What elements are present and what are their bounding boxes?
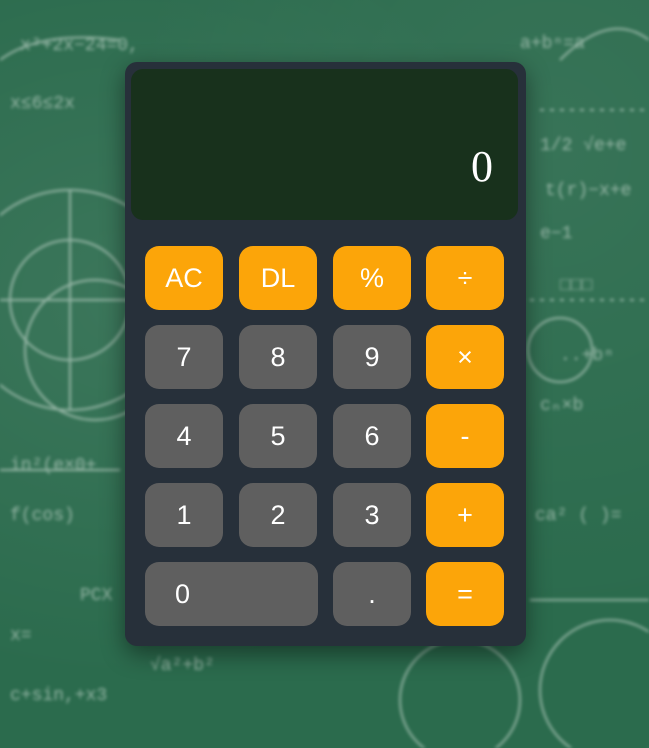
- svg-text:x=: x=: [10, 626, 32, 646]
- svg-text:x≤6≤2x: x≤6≤2x: [10, 94, 75, 114]
- divide-button[interactable]: ÷: [426, 246, 504, 310]
- svg-text:in²(e×0+: in²(e×0+: [10, 456, 96, 476]
- digit-2-button[interactable]: 2: [239, 483, 317, 547]
- svg-text:a+bⁿ=a: a+bⁿ=a: [520, 34, 585, 54]
- svg-text:c+sin,+x3: c+sin,+x3: [10, 686, 107, 706]
- equals-button[interactable]: =: [426, 562, 504, 626]
- digit-1-button[interactable]: 1: [145, 483, 223, 547]
- minus-button[interactable]: -: [426, 404, 504, 468]
- digit-7-button[interactable]: 7: [145, 325, 223, 389]
- delete-button[interactable]: DL: [239, 246, 317, 310]
- svg-text:□□□: □□□: [560, 276, 593, 296]
- percent-button[interactable]: %: [333, 246, 411, 310]
- all-clear-button[interactable]: AC: [145, 246, 223, 310]
- digit-5-button[interactable]: 5: [239, 404, 317, 468]
- svg-text:√a²+b²: √a²+b²: [150, 655, 215, 676]
- svg-text:1/2 √e+e: 1/2 √e+e: [540, 135, 626, 156]
- calculator: 0 AC DL % ÷ 7 8 9 × 4 5 6 - 1 2 3 + 0 . …: [125, 62, 526, 646]
- svg-text:cₙ×b: cₙ×b: [540, 396, 583, 416]
- digit-4-button[interactable]: 4: [145, 404, 223, 468]
- decimal-point-button[interactable]: .: [333, 562, 411, 626]
- digit-3-button[interactable]: 3: [333, 483, 411, 547]
- digit-9-button[interactable]: 9: [333, 325, 411, 389]
- multiply-button[interactable]: ×: [426, 325, 504, 389]
- svg-text:f(cos): f(cos): [10, 506, 75, 526]
- digit-0-button[interactable]: 0: [145, 562, 318, 626]
- svg-text:ca² ( )=: ca² ( )=: [535, 506, 621, 526]
- svg-text:e−1: e−1: [540, 224, 572, 244]
- digit-8-button[interactable]: 8: [239, 325, 317, 389]
- svg-text:x²+2x−24=0,: x²+2x−24=0,: [20, 36, 139, 56]
- digit-6-button[interactable]: 6: [333, 404, 411, 468]
- svg-text:t(r)−x+e: t(r)−x+e: [545, 181, 631, 201]
- plus-button[interactable]: +: [426, 483, 504, 547]
- display-screen: 0: [131, 69, 518, 220]
- display-value: 0: [471, 142, 493, 191]
- svg-text:..+bⁿ: ..+bⁿ: [560, 346, 614, 366]
- svg-text:PCX: PCX: [80, 586, 113, 606]
